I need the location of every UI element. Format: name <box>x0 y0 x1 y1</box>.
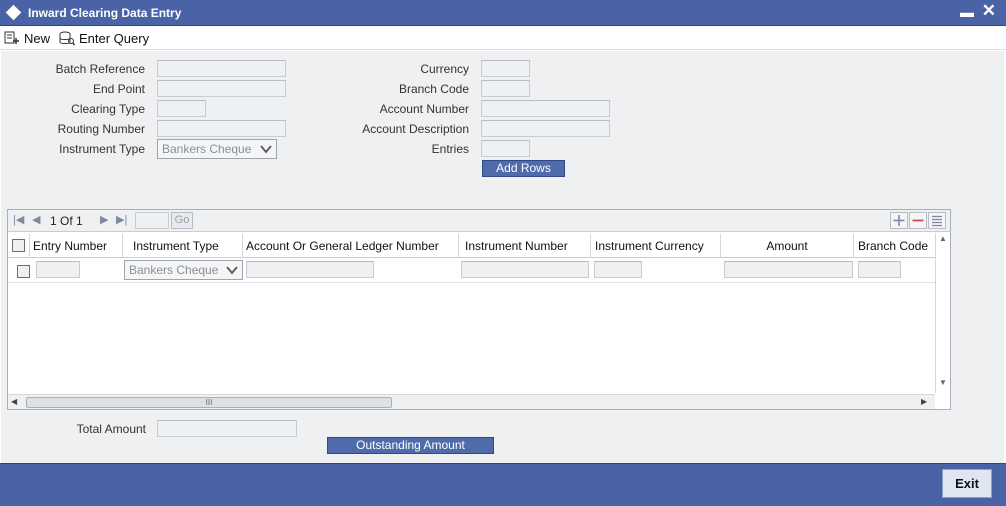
first-page-icon[interactable]: |◀ <box>13 213 24 226</box>
window-titlebar: Inward Clearing Data Entry ▬ ✕ <box>0 0 1006 26</box>
column-header-branch-code[interactable]: Branch Code <box>854 234 935 258</box>
plus-icon <box>893 215 905 226</box>
window-title: Inward Clearing Data Entry <box>28 6 182 20</box>
column-header-instrument-type[interactable]: Instrument Type <box>123 234 243 258</box>
new-record-icon <box>4 31 19 44</box>
add-row-button[interactable] <box>890 212 908 229</box>
previous-page-icon[interactable]: ◀ <box>32 213 40 226</box>
grid-header: Entry Number Instrument Type Account Or … <box>8 234 935 258</box>
routing-number-field[interactable] <box>157 120 286 137</box>
branch-code-label: Branch Code <box>398 82 469 96</box>
table-row: Bankers Cheque <box>8 259 935 283</box>
row-select-checkbox[interactable] <box>17 265 30 278</box>
total-amount-label: Total Amount <box>76 422 146 436</box>
clearing-type-field[interactable] <box>157 100 206 117</box>
footer-bar: Exit <box>0 463 1006 506</box>
page-info: 1 Of 1 <box>50 214 83 228</box>
currency-field[interactable] <box>481 60 530 77</box>
last-page-icon[interactable]: ▶| <box>116 213 127 226</box>
account-description-label: Account Description <box>362 122 469 136</box>
column-header-entry-number[interactable]: Entry Number <box>30 234 123 258</box>
outstanding-amount-button[interactable]: Outstanding Amount <box>327 437 494 454</box>
horizontal-scrollbar[interactable]: ◀ III ▶ <box>8 394 935 409</box>
currency-label: Currency <box>420 62 469 76</box>
new-button-label: New <box>24 30 51 46</box>
current-page: 1 <box>50 214 57 228</box>
add-rows-button[interactable]: Add Rows <box>482 160 565 177</box>
minus-icon <box>912 219 924 222</box>
entries-field[interactable] <box>481 140 530 157</box>
instrument-type-value: Bankers Cheque <box>162 142 252 156</box>
single-view-button[interactable] <box>928 212 946 229</box>
select-all-checkbox[interactable] <box>12 239 25 252</box>
app-diamond-icon <box>5 4 22 21</box>
end-point-field[interactable] <box>157 80 286 97</box>
batch-reference-field[interactable] <box>157 60 286 77</box>
instrument-number-cell[interactable] <box>461 261 589 278</box>
entries-label: Entries <box>431 142 469 156</box>
end-point-label: End Point <box>92 82 145 96</box>
scroll-right-icon[interactable]: ▶ <box>921 397 927 406</box>
scroll-up-icon[interactable]: ▲ <box>939 234 947 243</box>
column-header-instrument-currency[interactable]: Instrument Currency <box>591 234 721 258</box>
account-number-label: Account Number <box>379 102 469 116</box>
branch-code-cell[interactable] <box>858 261 901 278</box>
column-header-amount[interactable]: Amount <box>721 234 854 258</box>
horizontal-scroll-thumb[interactable]: III <box>26 397 392 408</box>
instrument-currency-cell[interactable] <box>594 261 642 278</box>
chevron-down-icon <box>226 266 238 275</box>
scroll-left-icon[interactable]: ◀ <box>11 397 17 406</box>
row-instrument-type-select[interactable]: Bankers Cheque <box>124 260 243 280</box>
instrument-type-label: Instrument Type <box>59 142 145 156</box>
instrument-type-select[interactable]: Bankers Cheque <box>157 139 277 159</box>
page-of-label: Of <box>60 214 73 228</box>
total-amount-field <box>157 420 297 437</box>
list-view-icon <box>932 215 942 227</box>
column-header-account-gl-number[interactable]: Account Or General Ledger Number <box>243 234 459 258</box>
batch-reference-label: Batch Reference <box>55 62 145 76</box>
routing-number-label: Routing Number <box>57 122 145 136</box>
account-number-field[interactable] <box>481 100 610 117</box>
toolbar: New Enter Query <box>0 26 1006 50</box>
next-page-icon[interactable]: ▶ <box>100 213 108 226</box>
column-header-instrument-number[interactable]: Instrument Number <box>459 234 591 258</box>
query-database-icon <box>59 31 75 45</box>
enter-query-label: Enter Query <box>79 30 150 46</box>
chevron-down-icon <box>260 145 272 154</box>
branch-code-field[interactable] <box>481 80 530 97</box>
new-button[interactable]: New <box>4 28 50 48</box>
grid-toolbar: |◀ ◀ 1 Of 1 ▶ ▶| Go <box>8 210 950 232</box>
go-button[interactable]: Go <box>171 212 193 229</box>
page-number-input[interactable] <box>135 212 169 229</box>
account-description-field[interactable] <box>481 120 610 137</box>
entries-grid: |◀ ◀ 1 Of 1 ▶ ▶| Go Entry Number Instrum… <box>7 209 951 410</box>
account-gl-number-cell[interactable] <box>246 261 374 278</box>
enter-query-button[interactable]: Enter Query <box>58 28 149 48</box>
minimize-icon[interactable]: ▬ <box>960 4 974 20</box>
vertical-scrollbar[interactable]: ▲ ▼ <box>935 233 950 393</box>
scroll-down-icon[interactable]: ▼ <box>939 378 947 387</box>
total-pages: 1 <box>76 214 83 228</box>
entry-number-cell[interactable] <box>36 261 80 278</box>
delete-row-button[interactable] <box>909 212 927 229</box>
close-icon[interactable]: ✕ <box>982 1 996 21</box>
exit-button[interactable]: Exit <box>942 469 992 498</box>
row-instrument-type-value: Bankers Cheque <box>129 263 219 277</box>
clearing-type-label: Clearing Type <box>71 102 145 116</box>
select-all-cell <box>8 234 30 258</box>
amount-cell[interactable] <box>724 261 853 278</box>
